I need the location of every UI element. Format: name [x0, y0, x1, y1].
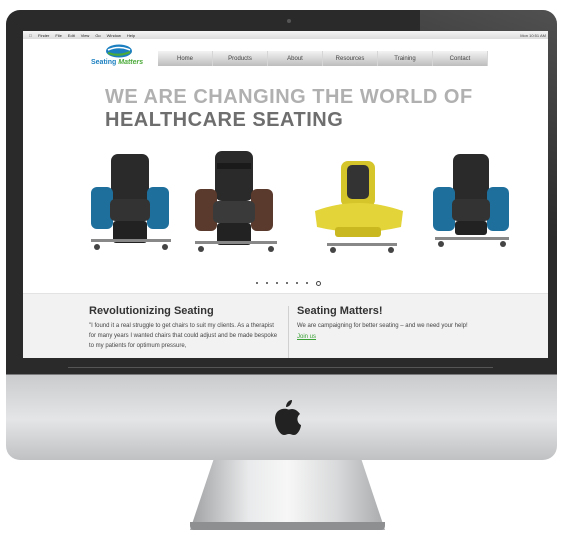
hero-headline-line2: HEALTHCARE SEATING [105, 109, 344, 131]
slider-dot-1[interactable] [256, 282, 258, 284]
apple-menu-icon[interactable]:  [29, 33, 32, 38]
imac-stand [190, 460, 385, 530]
slider-dot-5[interactable] [296, 282, 298, 284]
chair-yellow-image [315, 161, 403, 253]
chin-divider [68, 367, 493, 368]
hero-chairs-image [91, 151, 509, 253]
slider-dot-2[interactable] [266, 282, 268, 284]
menu-window[interactable]: Window [107, 33, 121, 38]
slider-dots [256, 281, 321, 286]
join-us-link[interactable]: Join us [297, 332, 316, 342]
menu-edit[interactable]: Edit [68, 33, 75, 38]
nav-resources[interactable]: Resources [323, 51, 378, 66]
menubar-clock: Mon 10:51 AM [520, 32, 546, 38]
hero-headline-line1: WE ARE CHANGING THE WORLD OF [105, 86, 473, 108]
hero-headline: WE ARE CHANGING THE WORLD OF HEALTHCARE … [105, 86, 473, 132]
menu-finder[interactable]: Finder [38, 33, 49, 38]
nav-home[interactable]: Home [158, 51, 213, 66]
left-column-title: Revolutionizing Seating [89, 305, 214, 317]
logo-text: Seating Matters [91, 59, 144, 66]
chair-blue-1-image [91, 154, 171, 250]
slider-dot-6[interactable] [306, 282, 308, 284]
mac-menubar:  Finder File Edit View Go Window Help M… [23, 31, 548, 39]
imac-stand-base [190, 522, 385, 530]
nav-contact[interactable]: Contact [433, 51, 488, 66]
menu-go[interactable]: Go [95, 33, 100, 38]
site-logo[interactable]: Seating Matters [91, 44, 151, 70]
slider-dot-3[interactable] [276, 282, 278, 284]
nav-products[interactable]: Products [213, 51, 268, 66]
screen:  Finder File Edit View Go Window Help M… [23, 31, 548, 358]
left-column-text: "I found it a real struggle to get chair… [89, 323, 278, 349]
right-column-text: We are campaigning for better seating – … [297, 323, 468, 329]
chair-brown-image [195, 151, 277, 252]
slider-dot-7[interactable] [316, 281, 321, 286]
slider-dot-4[interactable] [286, 282, 288, 284]
nav-training[interactable]: Training [378, 51, 433, 66]
menu-file[interactable]: File [55, 33, 61, 38]
menu-help[interactable]: Help [127, 33, 135, 38]
main-nav: Home Products About Resources Training C… [158, 51, 488, 66]
nav-about[interactable]: About [268, 51, 323, 66]
chair-blue-2-image [433, 154, 509, 247]
logo-mark-icon [106, 44, 132, 58]
menu-view[interactable]: View [81, 33, 90, 38]
column-divider [288, 306, 289, 358]
right-column-title: Seating Matters! [297, 305, 383, 317]
camera-icon [287, 19, 291, 23]
apple-logo-icon [275, 400, 301, 435]
